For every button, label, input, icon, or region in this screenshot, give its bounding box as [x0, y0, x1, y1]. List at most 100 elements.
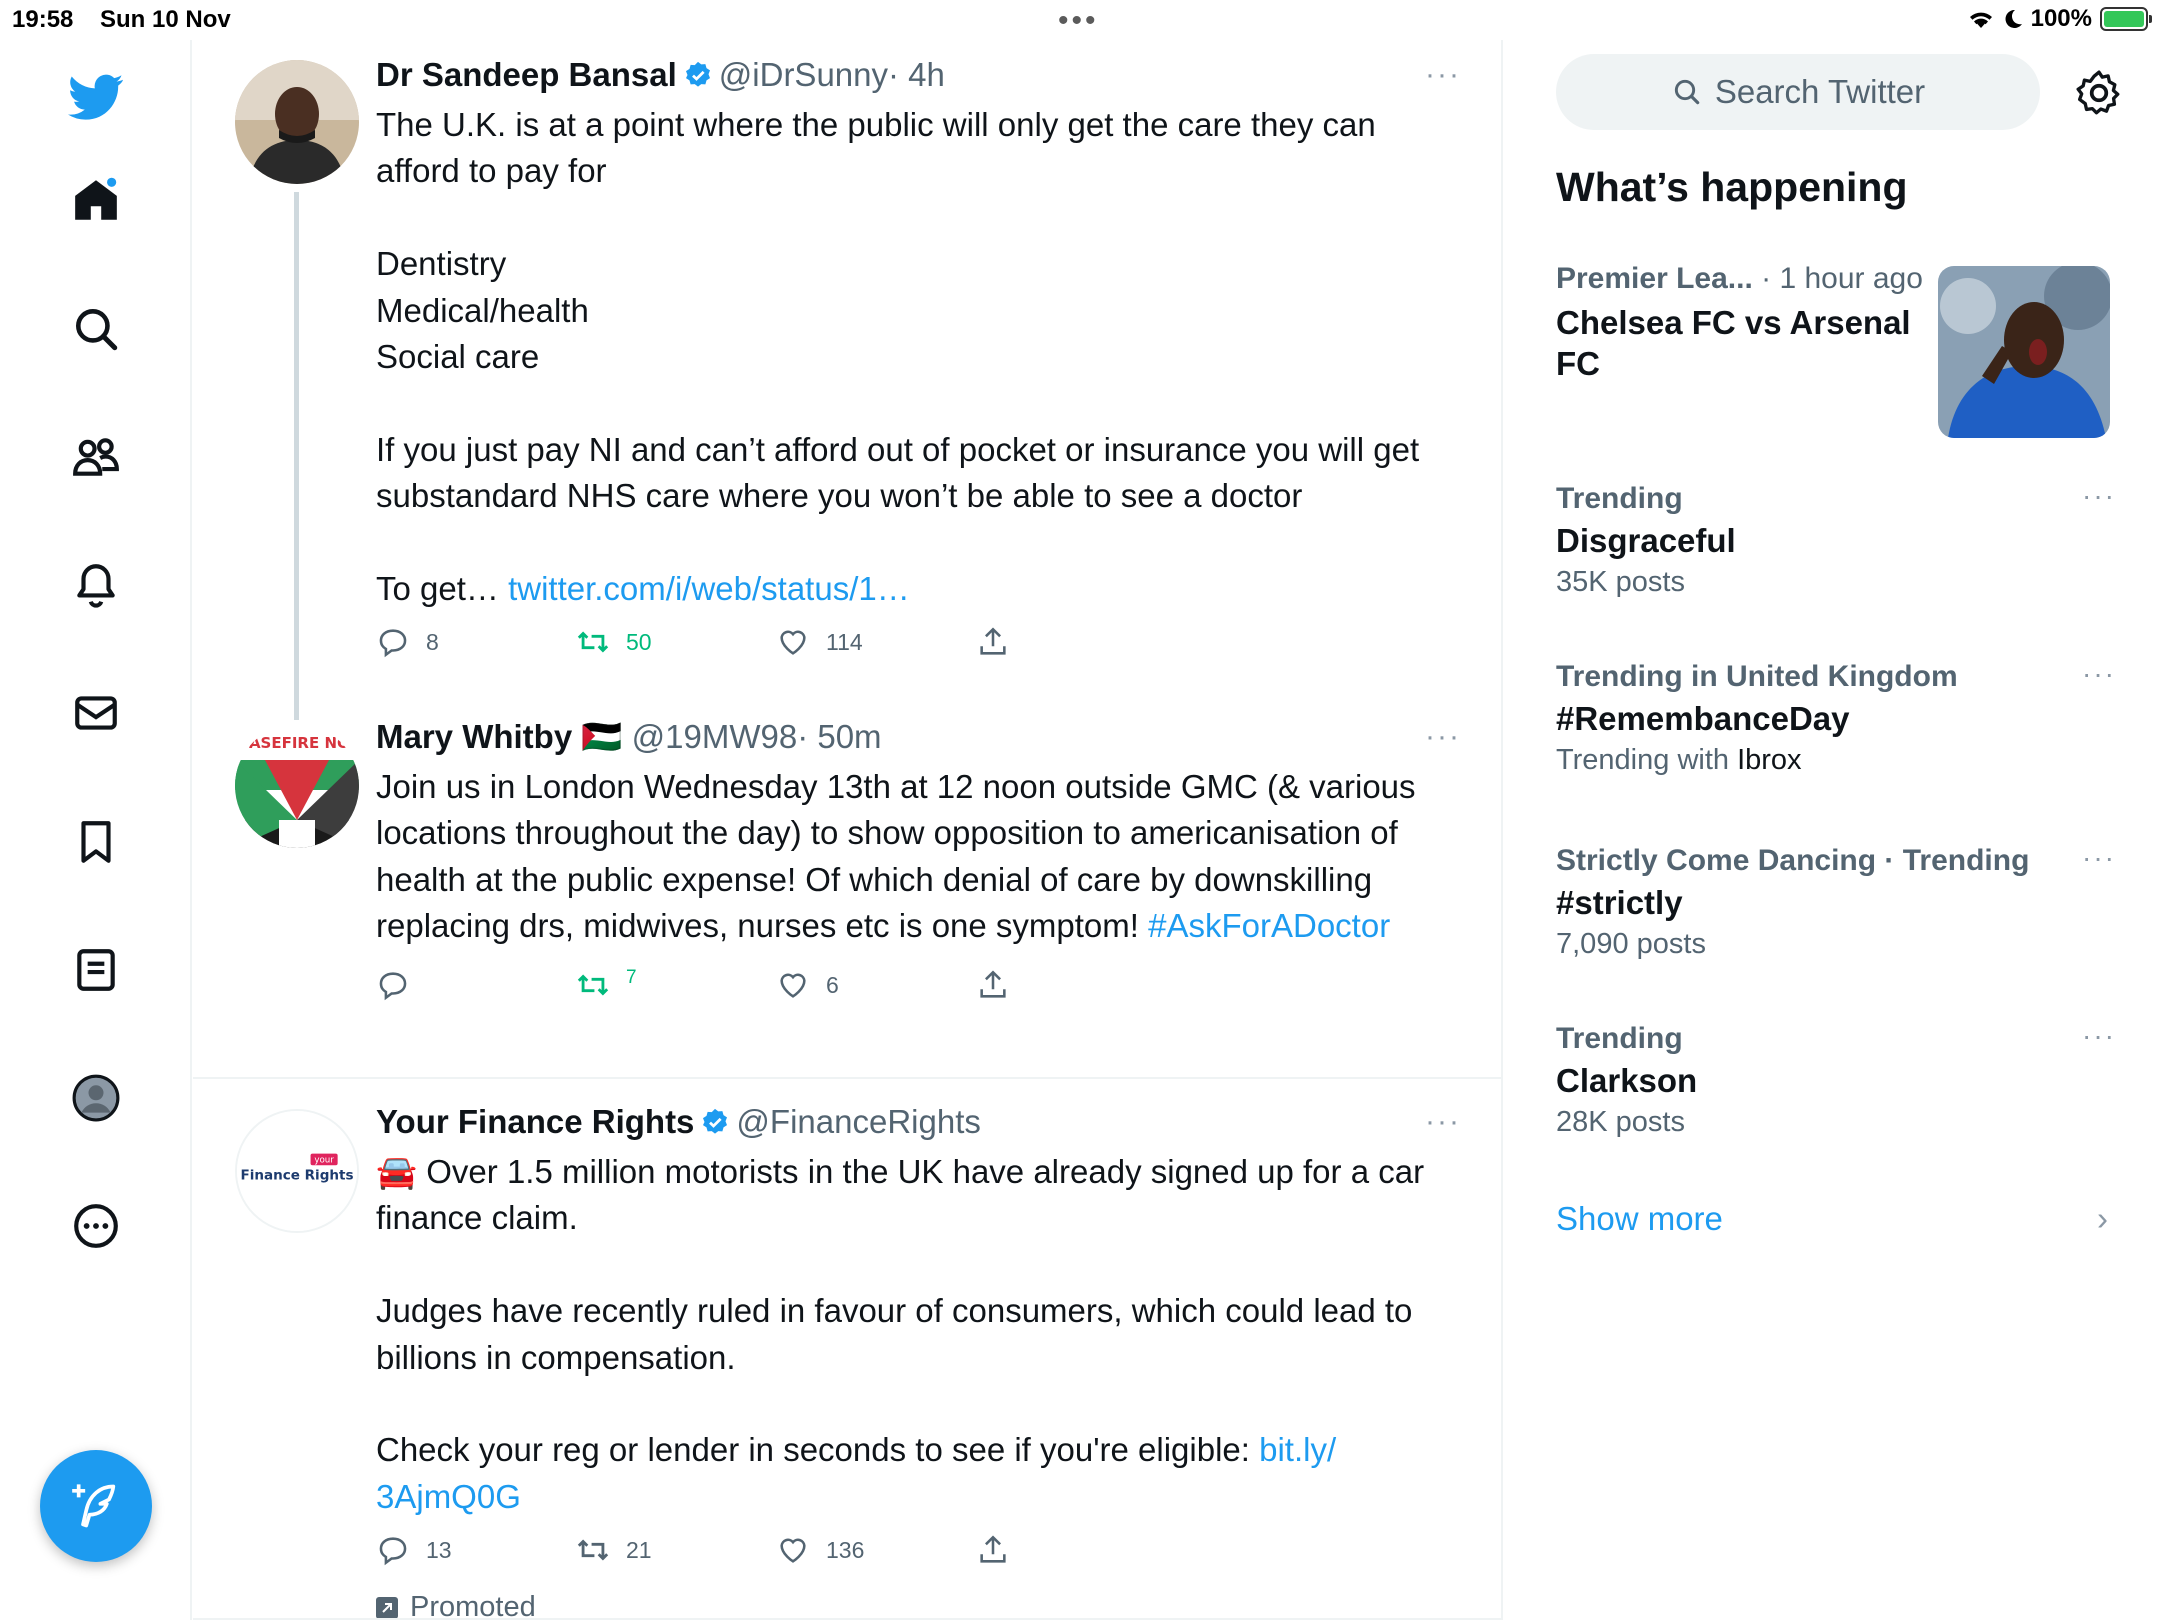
trend-posts: 7,090 posts: [1556, 928, 1706, 960]
reply-count: 13: [426, 1536, 452, 1563]
news-item[interactable]: Premier Lea... · 1 hour ago Chelsea FC v…: [1556, 262, 1936, 384]
trend-context: Strictly Come Dancing · Trending: [1556, 844, 2030, 877]
share-button[interactable]: [976, 1533, 1010, 1567]
heart-icon: [780, 630, 806, 655]
tweet-actions: 8 50 114: [376, 625, 1076, 665]
tweet[interactable]: your Finance Rights Your Finance Rights @F…: [193, 1079, 1503, 1620]
retweet-button[interactable]: 7: [576, 967, 637, 1002]
tweet-author-name[interactable]: Dr Sandeep Bansal: [376, 56, 677, 93]
tweet-author-handle[interactable]: @19MW98: [632, 718, 798, 755]
tweet-author-handle[interactable]: @FinanceRights: [736, 1103, 980, 1140]
tweet-time[interactable]: · 50m: [797, 718, 881, 755]
right-sidebar: Search Twitter What’s happening Premier …: [1556, 40, 2146, 1620]
share-icon: [980, 970, 1006, 998]
avatar[interactable]: CEASEFIRE NOW: [235, 724, 359, 848]
heart-icon: [780, 973, 806, 998]
tweet-more-button[interactable]: ···: [1425, 1105, 1461, 1139]
retweet-button[interactable]: 21: [576, 1533, 652, 1567]
chevron-right-icon: ›: [2097, 1200, 2108, 1237]
verified-badge-icon: [703, 1108, 728, 1134]
tweet-more-button[interactable]: ···: [1425, 720, 1461, 754]
bookmark-icon[interactable]: [64, 810, 128, 874]
reply-button[interactable]: 8: [376, 625, 439, 659]
avatar-top-text: your: [314, 1155, 334, 1165]
tweet[interactable]: CEASEFIRE NOW Mary Whitby 🇵🇸 @19MW98· 50…: [193, 700, 1503, 1078]
trend-item[interactable]: Trending Disgraceful 35K posts ···: [1556, 480, 2116, 599]
reply-icon: [379, 1537, 407, 1566]
communities-icon[interactable]: [64, 425, 128, 489]
news-thumbnail[interactable]: [1938, 266, 2110, 438]
tweet-more-button[interactable]: ···: [1425, 58, 1461, 92]
retweet-count: 50: [626, 628, 652, 655]
status-time: 19:58: [12, 6, 74, 33]
retweet-icon: [577, 631, 609, 653]
search-input[interactable]: Search Twitter: [1556, 54, 2040, 130]
retweet-icon: [577, 974, 609, 996]
trend-context: Trending: [1556, 1022, 1683, 1055]
like-button[interactable]: 6: [776, 968, 839, 1002]
trend-posts: Trending with Ibrox: [1556, 744, 1802, 776]
like-button[interactable]: 136: [776, 1533, 864, 1567]
show-more-link[interactable]: Show more ›: [1556, 1200, 2116, 1238]
trend-posts: 35K posts: [1556, 566, 1685, 598]
reply-button[interactable]: 13: [376, 1533, 452, 1567]
like-count: 136: [826, 1536, 865, 1563]
home-icon[interactable]: [64, 168, 128, 232]
trend-more-button[interactable]: ···: [2082, 480, 2116, 512]
like-count: 114: [826, 628, 863, 655]
tweet-time[interactable]: · 4h: [888, 56, 945, 93]
promoted-arrow-icon: [376, 1596, 398, 1619]
gear-icon[interactable]: [2074, 68, 2124, 118]
tweet-text: The U.K. is at a point where the public …: [376, 106, 1420, 608]
hashtag-link[interactable]: #AskForADoctor: [1148, 907, 1390, 944]
share-button[interactable]: [976, 968, 1010, 1002]
trend-item[interactable]: Strictly Come Dancing · Trending #strict…: [1556, 842, 2116, 961]
reply-button[interactable]: [376, 968, 426, 1002]
share-button[interactable]: [976, 625, 1010, 659]
like-button[interactable]: 114: [776, 625, 863, 659]
thread-line: [294, 192, 299, 720]
avatar[interactable]: [235, 60, 359, 184]
more-circle-icon[interactable]: [64, 1194, 128, 1258]
trend-item[interactable]: Trending in United Kingdom #RemembanceDa…: [1556, 658, 2116, 777]
news-time: · 1 hour ago: [1761, 262, 1923, 295]
tweet-text: Join us in London Wednesday 13th at 12 n…: [376, 768, 1425, 945]
twitter-bird-logo[interactable]: [64, 65, 128, 129]
trend-item[interactable]: Trending Clarkson 28K posts ···: [1556, 1020, 2116, 1139]
search-icon[interactable]: [64, 297, 128, 361]
status-date: Sun 10 Nov: [100, 6, 231, 33]
lists-icon[interactable]: [64, 938, 128, 1002]
notifications-bell-icon[interactable]: [64, 553, 128, 617]
promoted-label: Promoted: [376, 1591, 536, 1620]
profile-avatar-icon[interactable]: [64, 1066, 128, 1130]
reply-count: 8: [426, 628, 439, 655]
compose-tweet-button[interactable]: [40, 1450, 152, 1562]
avatar-text: CEASEFIRE NOW: [235, 734, 359, 752]
trend-more-button[interactable]: ···: [2082, 842, 2116, 874]
tweet-author-name[interactable]: Your Finance Rights: [376, 1103, 694, 1140]
trend-more-button[interactable]: ···: [2082, 658, 2116, 690]
tweet-actions: 13 21 136: [376, 1533, 1076, 1573]
heart-icon: [780, 1538, 806, 1563]
palestine-flag-icon: 🇵🇸: [581, 718, 623, 755]
tweet[interactable]: Dr Sandeep Bansal @iDrSunny· 4h ··· The U…: [193, 40, 1503, 720]
share-icon: [980, 627, 1006, 655]
reply-icon: [379, 629, 407, 658]
avatar-main-text: Finance Rights: [240, 1168, 353, 1184]
trend-title: Clarkson: [1556, 1062, 1698, 1099]
trend-more-button[interactable]: ···: [2082, 1020, 2116, 1052]
left-sidebar: [0, 40, 192, 1620]
timeline: Dr Sandeep Bansal @iDrSunny· 4h ··· The U…: [193, 40, 1503, 1620]
tweet-actions: 7 6: [376, 967, 1076, 1008]
tweet-author-name[interactable]: Mary Whitby: [376, 718, 572, 755]
tweet-author-handle[interactable]: @iDrSunny: [719, 56, 888, 93]
multitask-dots[interactable]: •••: [1058, 4, 1099, 38]
messages-mail-icon[interactable]: [64, 681, 128, 745]
wifi-icon: [1969, 12, 1992, 28]
like-count: 6: [826, 971, 839, 998]
retweet-button[interactable]: 50: [576, 625, 652, 659]
avatar[interactable]: your Finance Rights: [235, 1109, 359, 1233]
compose-feather-plus-icon: [72, 1484, 116, 1528]
tweet-link[interactable]: twitter.com/i/web/status/1…: [508, 570, 910, 607]
trend-title: #RemembanceDay: [1556, 700, 1850, 737]
